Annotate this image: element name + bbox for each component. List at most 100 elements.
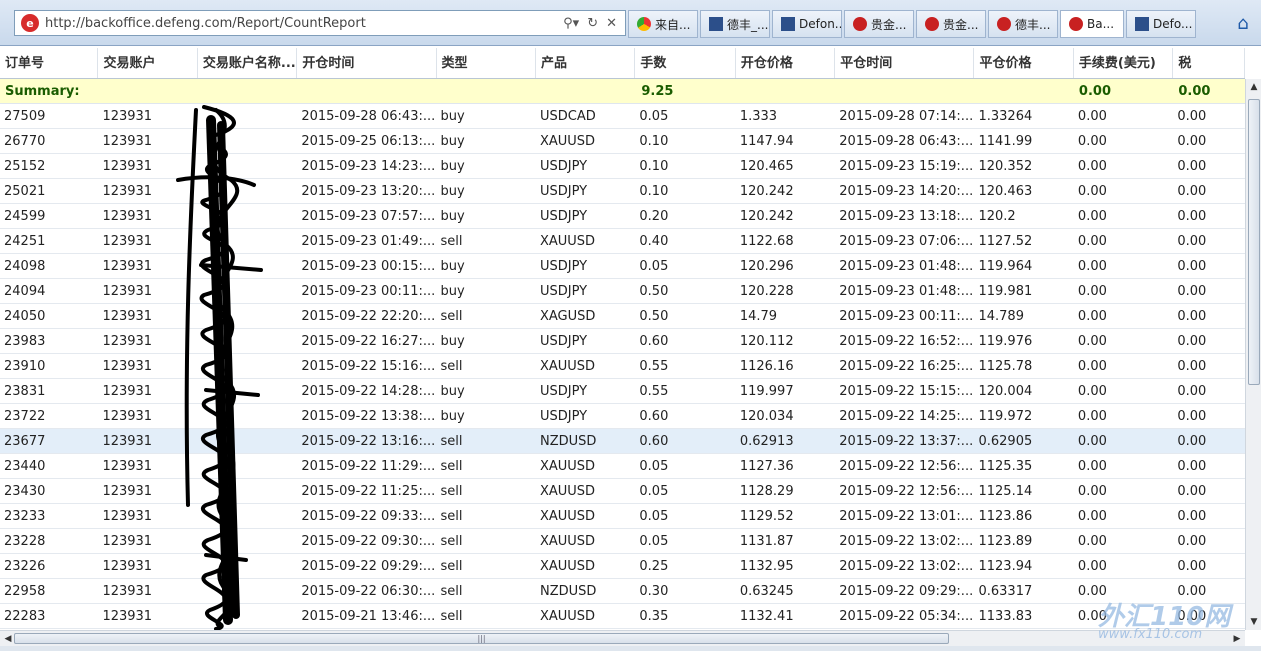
table-row[interactable]: 23677 123931 2015-09-22 13:16:... sell NZDUS… <box>0 429 1245 454</box>
table-cell: 0.00 <box>1177 409 1207 424</box>
table-cell: 120.296 <box>739 259 794 274</box>
scroll-down-arrow-icon[interactable]: ▼ <box>1246 614 1261 630</box>
table-cell: 2015-09-22 12:56:... <box>839 484 974 499</box>
vertical-scrollbar[interactable]: ▲ ▼ <box>1245 79 1261 630</box>
tab-label: 德丰_... <box>727 17 769 32</box>
table-row[interactable]: 23226 123931 2015-09-22 09:29:... sell XAUUS… <box>0 554 1245 579</box>
table-cell <box>198 379 297 403</box>
table-cell: 119.981 <box>978 284 1033 299</box>
browser-tab[interactable]: 德丰... <box>988 10 1058 38</box>
table-row[interactable]: 23430 123931 2015-09-22 11:25:... sell XAUUS… <box>0 479 1245 504</box>
table-cell: 24098 <box>4 259 46 274</box>
table-row[interactable]: 25152 123931 2015-09-23 14:23:... buy USDJPY… <box>0 154 1245 179</box>
table-cell: 2015-09-28 07:14:... <box>839 109 974 124</box>
vertical-scroll-thumb[interactable] <box>1248 99 1260 385</box>
table-cell: 123931 <box>102 234 153 249</box>
table-row[interactable]: 23831 123931 2015-09-22 14:28:... buy USDJPY… <box>0 379 1245 404</box>
search-icon[interactable]: ⚲▾ <box>563 16 579 31</box>
column-header[interactable]: 开仓时间 <box>297 48 437 78</box>
table-row[interactable]: 22958 123931 2015-09-22 06:30:... sell NZDUS… <box>0 579 1245 604</box>
table-row[interactable]: 24251 123931 2015-09-23 01:49:... sell XAUUS… <box>0 229 1245 254</box>
close-tab-icon[interactable]: ✕ <box>1122 17 1123 31</box>
url-text[interactable]: http://backoffice.defeng.com/Report/Coun… <box>45 16 563 31</box>
summary-lots: 9.25 <box>641 84 674 99</box>
table-cell: 0.00 <box>1177 334 1207 349</box>
table-cell: 0.00 <box>1177 534 1207 549</box>
table-cell: 1141.99 <box>978 134 1033 149</box>
table-cell: 123931 <box>102 509 153 524</box>
table-row[interactable]: 24050 123931 2015-09-22 22:20:... sell XAGUS… <box>0 304 1245 329</box>
table-cell <box>198 429 297 453</box>
summary-label: Summary: <box>5 84 80 99</box>
column-header[interactable]: 交易账户名称... <box>198 48 298 78</box>
home-icon[interactable]: ⌂ <box>1231 12 1255 36</box>
stop-icon[interactable]: ✕ <box>606 16 617 31</box>
browser-tab[interactable]: Ba... ✕ <box>1060 10 1124 38</box>
table-row[interactable]: 25021 123931 2015-09-23 13:20:... buy USDJPY… <box>0 179 1245 204</box>
table-cell: 0.00 <box>1077 534 1107 549</box>
table-row[interactable]: 23233 123931 2015-09-22 09:33:... sell XAUUS… <box>0 504 1245 529</box>
tab-favicon-icon <box>1069 17 1083 31</box>
address-bar[interactable]: e http://backoffice.defeng.com/Report/Co… <box>14 10 626 36</box>
browser-tab[interactable]: Defon... <box>772 10 842 38</box>
table-cell: 0.00 <box>1077 384 1107 399</box>
table-row[interactable]: 24094 123931 2015-09-23 00:11:... buy USDJPY… <box>0 279 1245 304</box>
table-row[interactable]: 23910 123931 2015-09-22 15:16:... sell XAUUS… <box>0 354 1245 379</box>
table-cell: 2015-09-22 16:25:... <box>839 359 974 374</box>
browser-tab[interactable]: 贵金... <box>916 10 986 38</box>
table-cell: 1123.94 <box>978 559 1033 574</box>
table-cell: 0.00 <box>1177 559 1207 574</box>
table-cell: 0.00 <box>1077 459 1107 474</box>
column-header[interactable]: 税 <box>1173 48 1245 78</box>
column-header[interactable]: 产品 <box>536 48 636 78</box>
table-cell: 123931 <box>102 159 153 174</box>
column-header[interactable]: 开仓价格 <box>736 48 836 78</box>
table-cell <box>198 204 297 228</box>
table-cell: USDJPY <box>539 284 588 299</box>
table-cell: sell <box>440 359 463 374</box>
horizontal-scroll-thumb[interactable]: ||| <box>14 633 949 644</box>
table-row[interactable]: 24599 123931 2015-09-23 07:57:... buy USDJPY… <box>0 204 1245 229</box>
browser-tab[interactable]: 德丰_... <box>700 10 770 38</box>
table-row[interactable]: 23440 123931 2015-09-22 11:29:... sell XAUUS… <box>0 454 1245 479</box>
scroll-right-arrow-icon[interactable]: ▶ <box>1229 631 1245 647</box>
table-cell: 2015-09-23 13:18:... <box>839 209 974 224</box>
table-row[interactable]: 27509 123931 2015-09-28 06:43:... buy USDCAD… <box>0 104 1245 129</box>
table-cell <box>198 579 297 603</box>
table-row[interactable]: 26770 123931 2015-09-25 06:13:... buy XAUUSD… <box>0 129 1245 154</box>
table-cell: 1131.87 <box>739 534 794 549</box>
horizontal-scrollbar[interactable]: ◀ ||| ▶ <box>0 630 1245 646</box>
table-cell: sell <box>440 234 463 249</box>
table-row[interactable]: 22283 123931 2015-09-21 13:46:... sell XAUUS… <box>0 604 1245 629</box>
table-row[interactable]: 24098 123931 2015-09-23 00:15:... buy USDJPY… <box>0 254 1245 279</box>
column-header[interactable]: 交易账户 <box>98 48 198 78</box>
table-cell: USDJPY <box>539 384 588 399</box>
table-row[interactable]: 23722 123931 2015-09-22 13:38:... buy USDJPY… <box>0 404 1245 429</box>
browser-tab[interactable]: 贵金... <box>844 10 914 38</box>
column-header[interactable]: 手续费(美元) <box>1074 48 1174 78</box>
table-cell: 123931 <box>102 409 153 424</box>
table-cell: XAUUSD <box>539 484 596 499</box>
scroll-up-arrow-icon[interactable]: ▲ <box>1246 79 1261 95</box>
refresh-icon[interactable]: ↻ <box>587 16 598 31</box>
column-header[interactable]: 平仓价格 <box>974 48 1074 78</box>
column-header[interactable]: 类型 <box>437 48 536 78</box>
column-header[interactable]: 订单号 <box>0 48 99 78</box>
table-cell: sell <box>440 459 463 474</box>
table-cell: 0.00 <box>1077 234 1107 249</box>
column-header[interactable]: 手数 <box>635 48 736 78</box>
table-cell: 0.00 <box>1177 509 1207 524</box>
column-header[interactable]: 平仓时间 <box>835 48 975 78</box>
table-cell: 0.00 <box>1077 109 1107 124</box>
table-cell: 120.034 <box>739 409 794 424</box>
browser-tab[interactable]: Defo... <box>1126 10 1196 38</box>
table-cell: 0.00 <box>1177 284 1207 299</box>
table-row[interactable]: 23228 123931 2015-09-22 09:30:... sell XAUUS… <box>0 529 1245 554</box>
tab-label: Ba... <box>1087 17 1115 31</box>
tab-favicon-icon <box>1135 17 1149 31</box>
table-cell: XAUUSD <box>539 234 596 249</box>
table-cell: 123931 <box>102 584 153 599</box>
table-cell: 1.333 <box>739 109 778 124</box>
table-row[interactable]: 23983 123931 2015-09-22 16:27:... buy USDJPY… <box>0 329 1245 354</box>
browser-tab[interactable]: 来自... <box>628 10 698 38</box>
